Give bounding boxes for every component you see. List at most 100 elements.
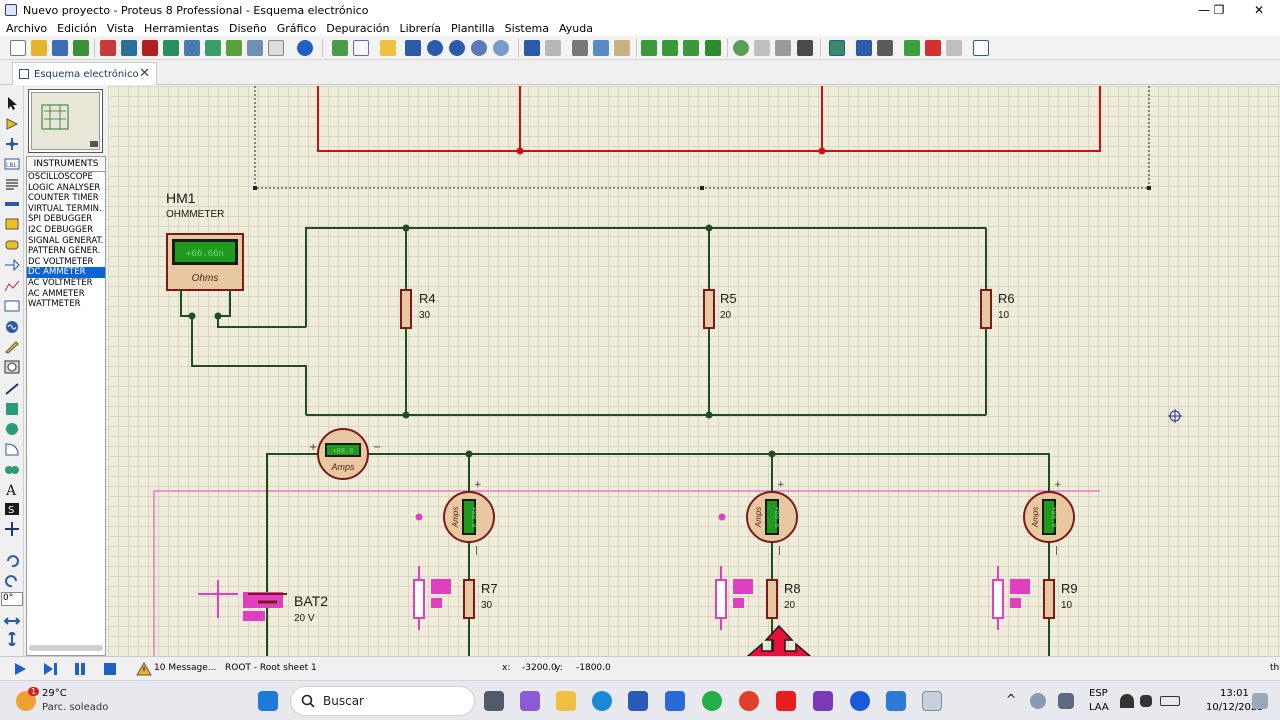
pcb-icon[interactable] (142, 40, 158, 56)
zoom-all-icon[interactable] (471, 40, 487, 56)
clock-time[interactable]: 13:01 (1220, 688, 1249, 699)
instrument-logic-analyser[interactable]: LOGIC ANALYSER (27, 183, 105, 194)
overview-window[interactable] (28, 89, 103, 153)
schematic-canvas[interactable]: HM1 OHMMETER +66.66n Ohms R4 30 R5 20 R6… (108, 86, 1280, 656)
new-sheet-icon[interactable] (904, 40, 920, 56)
text-script-icon[interactable] (4, 177, 20, 191)
menu-diseno[interactable]: Diseño (229, 22, 267, 35)
rotation-angle-field[interactable]: 0° (1, 592, 23, 606)
block-rotate-icon[interactable] (683, 40, 699, 56)
source-icon[interactable] (247, 40, 263, 56)
menu-sistema[interactable]: Sistema (505, 22, 549, 35)
selection-handle[interactable] (253, 186, 257, 190)
junction-dot-icon[interactable] (4, 137, 20, 151)
pause-button[interactable] (72, 662, 88, 676)
bom-icon[interactable] (205, 40, 221, 56)
instrument-virtual-terminal[interactable]: VIRTUAL TERMIN. (27, 204, 105, 215)
menu-depuracion[interactable]: Depuración (326, 22, 389, 35)
zoom-icon[interactable] (850, 691, 870, 711)
instrument-dc-ammeter[interactable]: DC AMMETER (27, 267, 105, 278)
instrument-spi-debugger[interactable]: SPI DEBUGGER (27, 214, 105, 225)
resistor-r8[interactable]: R8 20 (766, 579, 801, 619)
tray-chevron-icon[interactable]: ^ (1006, 692, 1016, 706)
tape-recorder-icon[interactable] (4, 299, 20, 313)
selection-handle[interactable] (1147, 186, 1151, 190)
path-2d-icon[interactable] (4, 462, 20, 476)
taskbar-search[interactable]: Buscar (290, 686, 475, 716)
rotate-ccw-icon[interactable] (4, 574, 20, 588)
component-mode-icon[interactable] (4, 117, 20, 131)
block-delete-icon[interactable] (705, 40, 721, 56)
mirror-vertical-icon[interactable] (4, 630, 20, 648)
import-icon[interactable] (73, 40, 89, 56)
close-window-button[interactable]: ✕ (1241, 0, 1277, 20)
file-explorer-icon[interactable] (556, 691, 576, 711)
play-button[interactable] (12, 662, 28, 676)
zoom-in-icon[interactable] (427, 40, 443, 56)
resistor-r9[interactable]: R9 10 (1043, 579, 1078, 619)
instrument-pattern-generator[interactable]: PATTERN GENER. (27, 246, 105, 257)
mirror-horizontal-icon[interactable] (3, 614, 21, 628)
instrument-dc-voltmeter[interactable]: DC VOLTMETER (27, 257, 105, 268)
home-icon[interactable] (100, 40, 116, 56)
youtube-icon[interactable] (776, 691, 796, 711)
menu-libreria[interactable]: Librería (399, 22, 441, 35)
tab-close-icon[interactable]: ✕ (139, 66, 150, 81)
circle-2d-icon[interactable] (4, 422, 20, 436)
line-2d-icon[interactable] (4, 382, 20, 396)
instrument-wattmeter[interactable]: WATTMETER (27, 299, 105, 310)
app-icon[interactable] (886, 691, 906, 711)
pen-icon[interactable] (1058, 693, 1074, 709)
voltage-probe-icon[interactable] (4, 340, 20, 354)
instrument-ac-ammeter[interactable]: AC AMMETER (27, 289, 105, 300)
pan-icon[interactable] (405, 40, 421, 56)
tab-schematic[interactable]: Esquema electrónico ✕ (12, 62, 157, 85)
volume-icon[interactable] (1140, 695, 1152, 707)
menu-archivo[interactable]: Archivo (6, 22, 47, 35)
design-explorer-icon[interactable] (973, 40, 989, 56)
messages-count[interactable]: 10 Message... (154, 663, 216, 673)
instrument-signal-generator[interactable]: SIGNAL GENERAT. (27, 236, 105, 247)
menu-edicion[interactable]: Edición (57, 22, 97, 35)
save-icon[interactable] (52, 40, 68, 56)
pick-device-icon[interactable] (733, 40, 749, 56)
wire-autorouter-icon[interactable] (829, 40, 845, 56)
marker-2d-icon[interactable] (4, 522, 20, 536)
subcircuit-icon[interactable] (4, 217, 20, 231)
stop-button[interactable] (102, 662, 118, 676)
undo-icon[interactable] (524, 40, 540, 56)
box-2d-icon[interactable] (4, 402, 20, 416)
cut-icon[interactable] (572, 40, 588, 56)
open-folder-icon[interactable] (31, 40, 47, 56)
bus-icon[interactable] (4, 197, 20, 211)
decompose-icon[interactable] (797, 40, 813, 56)
step-button[interactable] (42, 662, 58, 676)
edge-icon[interactable] (592, 691, 612, 711)
search-tag-icon[interactable] (856, 40, 872, 56)
copilot-icon[interactable] (520, 691, 540, 711)
redo-icon[interactable] (545, 40, 561, 56)
menu-vista[interactable]: Vista (107, 22, 134, 35)
store-icon[interactable] (665, 691, 685, 711)
keyboard-layout[interactable]: LAA (1089, 702, 1109, 713)
block-move-icon[interactable] (662, 40, 678, 56)
wire-label-icon[interactable]: LBL (4, 157, 20, 171)
generator-icon[interactable] (4, 320, 20, 334)
language-code[interactable]: ESP (1089, 688, 1108, 699)
zoom-out-icon[interactable] (449, 40, 465, 56)
resistor-r7[interactable]: R7 30 (463, 579, 498, 619)
3d-icon[interactable] (184, 40, 200, 56)
new-file-icon[interactable] (10, 40, 26, 56)
zoom-area-icon[interactable] (493, 40, 509, 56)
selection-mode-icon[interactable] (4, 96, 20, 110)
sync-icon[interactable] (1030, 693, 1046, 709)
chrome-icon[interactable] (739, 691, 759, 711)
instruments-scrollbar[interactable] (29, 645, 103, 651)
text-2d-icon[interactable]: A (4, 482, 20, 499)
origin-icon[interactable] (380, 40, 396, 56)
remove-sheet-icon[interactable] (925, 40, 941, 56)
selection-handle[interactable] (700, 186, 704, 190)
word-icon[interactable] (628, 691, 648, 711)
device-pins-icon[interactable] (4, 258, 20, 272)
rotate-cw-icon[interactable] (4, 554, 20, 568)
